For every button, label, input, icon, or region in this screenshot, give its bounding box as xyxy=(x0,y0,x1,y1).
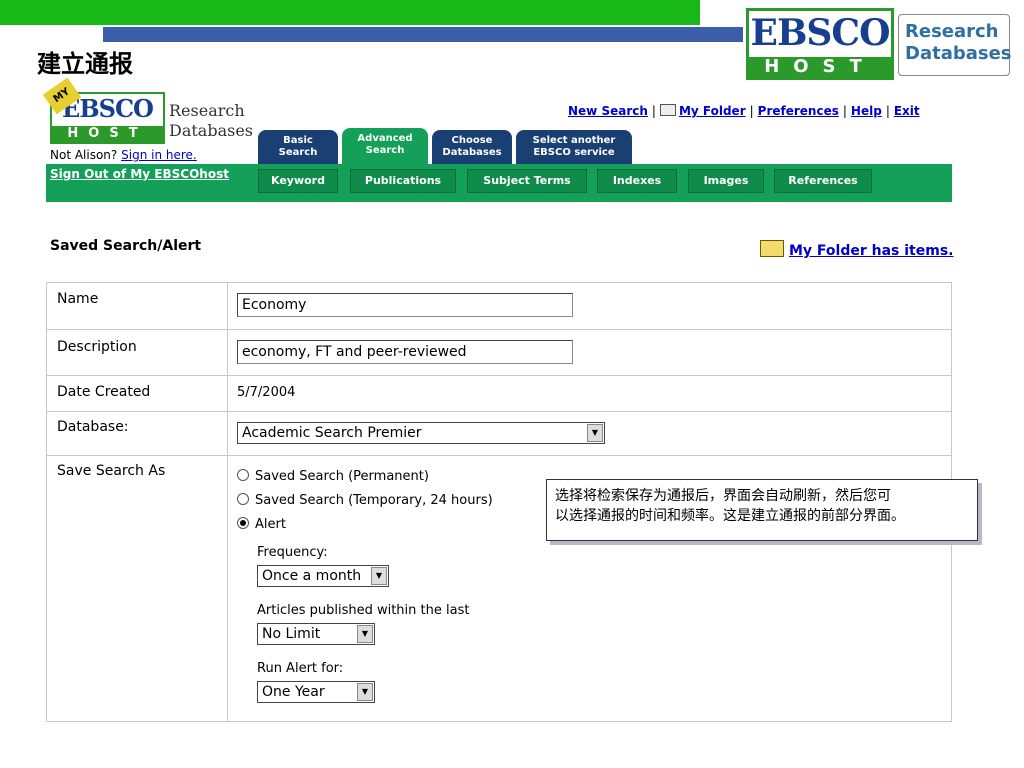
tab-label-line2: EBSCO service xyxy=(533,147,615,158)
row-description: Description xyxy=(47,329,951,376)
user-prompt: Not Alison? Sign in here. xyxy=(50,148,197,162)
callout-line-2: 以选择通报的时间和频率。这是建立通报的前部分界面。 xyxy=(555,508,905,524)
mini-research-databases: Research Databases xyxy=(169,101,253,141)
research-text: Research xyxy=(905,21,999,42)
tab-select-service[interactable]: Select another EBSCO service xyxy=(516,130,632,164)
articles-published-select[interactable]: No Limit ▼ xyxy=(257,623,375,645)
not-user-text: Not Alison? xyxy=(50,148,118,162)
tab-label-line2: Search xyxy=(365,145,405,156)
sign-out-link[interactable]: Sign Out of My EBSCOhost xyxy=(50,167,229,181)
tab-basic-search[interactable]: Basic Search xyxy=(258,130,338,164)
articles-published-label: Articles published within the last xyxy=(257,603,470,618)
decor-blue-bar xyxy=(103,27,743,42)
research-databases-logo: Research Databases xyxy=(898,14,1012,76)
radio-button[interactable] xyxy=(237,469,249,481)
tab-label-line1: Select another xyxy=(532,135,616,146)
frequency-select-value: Once a month xyxy=(262,568,362,584)
articles-published-select-value: No Limit xyxy=(262,626,321,642)
new-search-link[interactable]: New Search xyxy=(568,104,648,118)
tab-label-line1: Choose xyxy=(451,135,493,146)
row-database: Database: Academic Search Premier ▼ xyxy=(47,411,951,456)
date-created-value: 5/7/2004 xyxy=(237,385,296,400)
chevron-down-icon[interactable]: ▼ xyxy=(357,683,373,701)
annotation-callout: 选择将检索保存为通报后，界面会自动刷新，然后您可 以选择通报的时间和频率。这是建… xyxy=(546,479,978,541)
subtab-keyword[interactable]: Keyword xyxy=(258,169,338,193)
tab-label-line1: Basic xyxy=(283,135,313,146)
logo-text-host: HOST xyxy=(749,57,891,77)
my-folder-link[interactable]: My Folder xyxy=(679,104,746,118)
radio-button-selected[interactable] xyxy=(237,517,249,529)
callout-line-1: 选择将检索保存为通报后，界面会自动刷新，然后您可 xyxy=(555,488,891,504)
run-alert-select[interactable]: One Year ▼ xyxy=(257,681,375,703)
folder-icon xyxy=(659,104,676,116)
tab-label-line1: Advanced xyxy=(357,133,413,144)
radio-button[interactable] xyxy=(237,493,249,505)
tab-advanced-search[interactable]: Advanced Search xyxy=(342,128,428,164)
chevron-down-icon[interactable]: ▼ xyxy=(587,424,603,442)
radio-saved-temporary[interactable]: Saved Search (Temporary, 24 hours) xyxy=(237,493,493,508)
tab-label-line2: Databases xyxy=(442,147,502,158)
subtab-references[interactable]: References xyxy=(774,169,872,193)
my-folder-items-link[interactable]: My Folder has items. xyxy=(789,243,954,259)
subtab-subject-terms[interactable]: Subject Terms xyxy=(467,169,587,193)
subtab-images[interactable]: Images xyxy=(688,169,764,193)
radio-alert[interactable]: Alert xyxy=(237,517,286,532)
radio-label: Alert xyxy=(255,517,286,532)
run-alert-label: Run Alert for: xyxy=(257,661,344,676)
save-search-as-label: Save Search As xyxy=(57,463,166,479)
frequency-label: Frequency: xyxy=(257,545,328,560)
date-created-label: Date Created xyxy=(57,384,151,400)
decor-green-bar xyxy=(0,0,700,25)
folder-message: My Folder has items. xyxy=(760,240,954,259)
chevron-down-icon[interactable]: ▼ xyxy=(357,625,373,643)
subtab-publications[interactable]: Publications xyxy=(350,169,456,193)
radio-saved-permanent[interactable]: Saved Search (Permanent) xyxy=(237,469,429,484)
tab-choose-databases[interactable]: Choose Databases xyxy=(432,130,512,164)
tab-label-line2: Search xyxy=(278,147,318,158)
databases-text: Databases xyxy=(905,43,1012,64)
slide-title: 建立通报 xyxy=(37,49,133,78)
name-input[interactable] xyxy=(237,293,573,317)
mini-research-text: Research xyxy=(169,101,245,120)
database-label: Database: xyxy=(57,419,129,435)
mini-logo-text-host: HOST xyxy=(52,126,163,142)
ebscohost-logo: EBSCO HOST xyxy=(746,8,894,80)
row-name: Name xyxy=(47,283,951,330)
description-input[interactable] xyxy=(237,340,573,364)
chevron-down-icon[interactable]: ▼ xyxy=(371,567,387,585)
help-link[interactable]: Help xyxy=(851,104,882,118)
radio-label: Saved Search (Permanent) xyxy=(255,469,429,484)
description-label: Description xyxy=(57,339,137,355)
exit-link[interactable]: Exit xyxy=(894,104,920,118)
mini-databases-text: Databases xyxy=(169,121,254,140)
subtab-indexes[interactable]: Indexes xyxy=(597,169,677,193)
logo-text-ebsco: EBSCO xyxy=(749,11,891,55)
folder-open-icon xyxy=(760,240,784,257)
database-select-value: Academic Search Premier xyxy=(242,425,422,441)
page-title: Saved Search/Alert xyxy=(50,238,202,254)
run-alert-select-value: One Year xyxy=(262,684,325,700)
database-select[interactable]: Academic Search Premier ▼ xyxy=(237,422,605,444)
preferences-link[interactable]: Preferences xyxy=(758,104,839,118)
name-label: Name xyxy=(57,291,99,307)
row-date-created: Date Created 5/7/2004 xyxy=(47,375,951,412)
sign-in-link[interactable]: Sign in here. xyxy=(121,148,197,162)
radio-label: Saved Search (Temporary, 24 hours) xyxy=(255,493,493,508)
top-links: New Search | My Folder | Preferences | Help | Ex… xyxy=(568,104,920,118)
frequency-select[interactable]: Once a month ▼ xyxy=(257,565,389,587)
